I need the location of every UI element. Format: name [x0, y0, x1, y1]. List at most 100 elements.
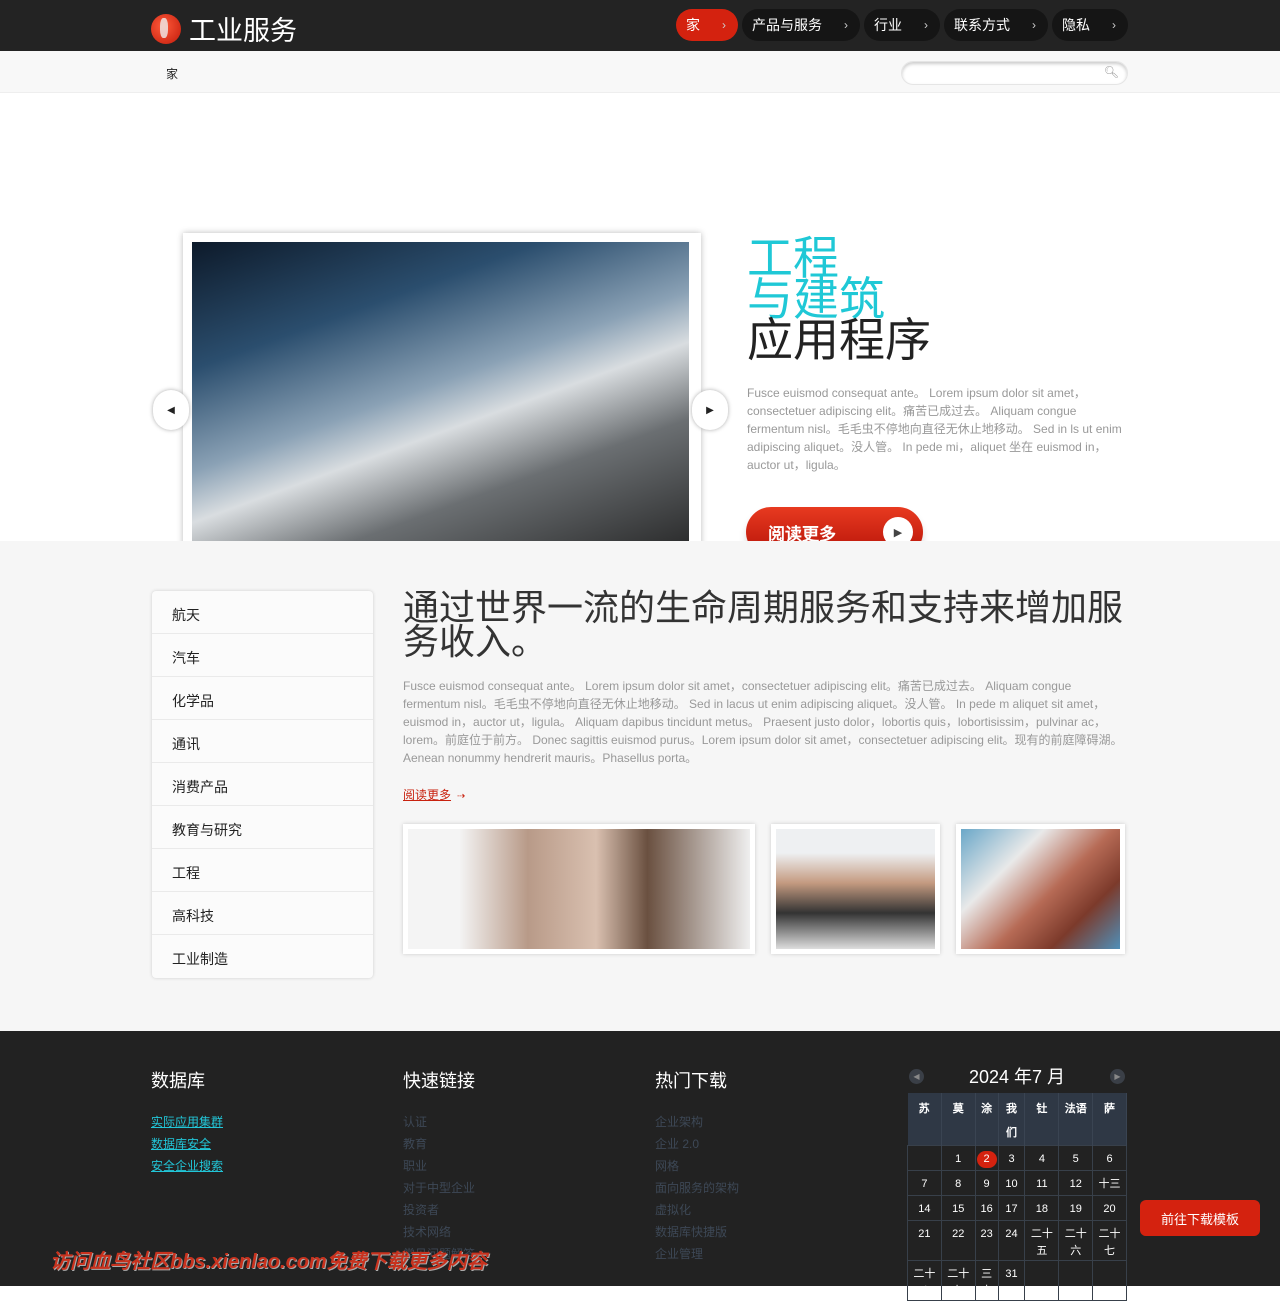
nav-item[interactable]: 行业 ›	[864, 9, 940, 41]
section-heading: 通过世界一流的生命周期服务和支持来增加服务收入。	[403, 587, 1124, 662]
footer-link[interactable]: 职业	[403, 1155, 475, 1177]
calendar-day[interactable]: 31	[997, 1260, 1026, 1301]
sidebar-item[interactable]: 高科技	[152, 892, 373, 935]
breadcrumb[interactable]: 家	[166, 65, 178, 82]
nav-label: 行业	[874, 17, 902, 33]
chevron-right-icon: ›	[924, 18, 928, 32]
calendar-day[interactable]: 二十九	[940, 1260, 976, 1301]
calendar-day[interactable]: 1	[940, 1145, 976, 1171]
hero-title: 工程 与建筑 应用程序	[747, 232, 931, 366]
calendar-day[interactable]: 17	[997, 1195, 1026, 1221]
footer-quick-links: 快速链接 认证 教育 职业 对于中型企业 投资者 技术网络 常见问题解答	[403, 1067, 475, 1265]
chevron-right-icon: ›	[722, 18, 726, 32]
nav-item[interactable]: 产品与服务 ›	[742, 9, 860, 41]
calendar-day[interactable]: 5	[1058, 1145, 1094, 1171]
weekday-header: 苏	[907, 1093, 942, 1146]
thumbnail-team[interactable]	[771, 824, 940, 954]
footer-link[interactable]: 数据库快捷版	[655, 1221, 739, 1243]
next-month-button[interactable]: ▶	[1110, 1069, 1125, 1084]
sidebar-item[interactable]: 教育与研究	[152, 806, 373, 849]
weekday-header: 法语	[1058, 1093, 1094, 1146]
calendar-day[interactable]: 9	[974, 1170, 999, 1196]
calendar-day[interactable]: 二十七	[1092, 1220, 1127, 1261]
calendar-day[interactable]: 6	[1092, 1145, 1127, 1171]
download-template-button[interactable]: 前往下载模板	[1140, 1200, 1260, 1236]
calendar-day	[1024, 1260, 1060, 1301]
slide-image	[192, 242, 689, 572]
calendar-day[interactable]: 20	[1092, 1195, 1127, 1221]
footer-link[interactable]: 企业 2.0	[655, 1133, 739, 1155]
top-bar: 工业服务 家 › 产品与服务 › 行业 › 联系方式 › 隐私 ›	[0, 0, 1280, 51]
calendar-day[interactable]: 14	[907, 1195, 942, 1221]
calendar-day[interactable]: 二十八	[907, 1260, 942, 1301]
calendar-day[interactable]: 三十	[974, 1260, 999, 1301]
calendar: ◀ 2024 年7 月 ▶ 苏莫涂我们钍法语萨 1 2 3 4 5 6 7 8 9 10 11 12 十三…	[907, 1063, 1127, 1301]
chevron-right-icon: ›	[1032, 18, 1036, 32]
content-section: 航天 汽车 化学品 通讯 消费产品 教育与研究 工程 高科技 工业制造 通过世界一流的生命周期服…	[0, 541, 1280, 1031]
footer-link[interactable]: 数据库安全	[151, 1133, 223, 1155]
logo[interactable]: 工业服务	[151, 9, 297, 48]
footer-database: 数据库 实际应用集群 数据库安全 安全企业搜索	[151, 1067, 223, 1177]
footer-link[interactable]: 对于中型企业	[403, 1177, 475, 1199]
globe-icon	[151, 13, 181, 44]
arrow-icon: ⇢	[457, 791, 466, 802]
calendar-day[interactable]: 21	[907, 1220, 942, 1261]
footer-link[interactable]: 网格	[655, 1155, 739, 1177]
footer-link[interactable]: 企业架构	[655, 1111, 739, 1133]
calendar-day[interactable]: 11	[1024, 1170, 1060, 1196]
sidebar-item[interactable]: 工程	[152, 849, 373, 892]
nav-item[interactable]: 家 ›	[676, 9, 738, 41]
calendar-day[interactable]: 19	[1058, 1195, 1094, 1221]
prev-slide-button[interactable]: ◀	[153, 390, 189, 430]
site-title: 工业服务	[189, 16, 297, 46]
footer-link[interactable]: 投资者	[403, 1199, 475, 1221]
nav-item[interactable]: 联系方式 ›	[944, 9, 1048, 41]
weekday-header: 钍	[1024, 1093, 1060, 1146]
calendar-day[interactable]: 4	[1024, 1145, 1060, 1171]
search-icon[interactable]: 🔍︎	[1104, 65, 1119, 79]
footer-link[interactable]: 认证	[403, 1111, 475, 1133]
calendar-day[interactable]: 22	[940, 1220, 976, 1261]
calendar-day[interactable]: 24	[997, 1220, 1026, 1261]
footer-link[interactable]: 实际应用集群	[151, 1111, 223, 1133]
calendar-day[interactable]: 7	[907, 1170, 942, 1196]
calendar-day[interactable]: 10	[997, 1170, 1026, 1196]
weekday-header: 我们	[998, 1093, 1026, 1146]
read-more-link[interactable]: 阅读更多 ⇢	[403, 786, 465, 803]
calendar-day[interactable]: 16	[974, 1195, 999, 1221]
calendar-day[interactable]: 12	[1058, 1170, 1094, 1196]
nav-item[interactable]: 隐私 ›	[1052, 9, 1128, 41]
footer-link[interactable]: 技术网络	[403, 1221, 475, 1243]
search-input[interactable]	[912, 62, 1102, 84]
calendar-day[interactable]: 二十五	[1024, 1220, 1060, 1261]
footer-link[interactable]: 教育	[403, 1133, 475, 1155]
footer-link[interactable]: 面向服务的架构	[655, 1177, 739, 1199]
thumbnail-people[interactable]	[403, 824, 755, 954]
sidebar-item[interactable]: 航天	[152, 591, 373, 634]
sidebar: 航天 汽车 化学品 通讯 消费产品 教育与研究 工程 高科技 工业制造	[152, 591, 373, 978]
sidebar-item[interactable]: 工业制造	[152, 935, 373, 978]
calendar-day[interactable]: 18	[1024, 1195, 1060, 1221]
footer-link[interactable]: 安全企业搜索	[151, 1155, 223, 1177]
footer-link[interactable]: 企业管理	[655, 1243, 739, 1265]
calendar-day[interactable]: 2	[974, 1145, 999, 1171]
sidebar-item[interactable]: 汽车	[152, 634, 373, 677]
nav-label: 家	[686, 17, 700, 33]
calendar-day[interactable]: 15	[940, 1195, 976, 1221]
calendar-day[interactable]: 二十六	[1058, 1220, 1094, 1261]
sidebar-item[interactable]: 消费产品	[152, 763, 373, 806]
search-box: 🔍︎	[901, 61, 1128, 85]
thumbnail-hands[interactable]	[956, 824, 1125, 954]
sidebar-item[interactable]: 化学品	[152, 677, 373, 720]
next-slide-button[interactable]: ▶	[692, 390, 728, 430]
hero: ◀ ▶ 工程 与建筑 应用程序 Fusce euismod consequat an…	[0, 93, 1280, 581]
calendar-day[interactable]: 23	[974, 1220, 999, 1261]
calendar-title: 2024 年7 月	[968, 1067, 1066, 1087]
calendar-day	[1092, 1260, 1127, 1301]
calendar-day[interactable]: 十三	[1092, 1170, 1127, 1196]
prev-month-button[interactable]: ◀	[909, 1069, 924, 1084]
calendar-day[interactable]: 8	[940, 1170, 976, 1196]
sidebar-item[interactable]: 通讯	[152, 720, 373, 763]
footer-link[interactable]: 虚拟化	[655, 1199, 739, 1221]
calendar-day[interactable]: 3	[997, 1145, 1026, 1171]
